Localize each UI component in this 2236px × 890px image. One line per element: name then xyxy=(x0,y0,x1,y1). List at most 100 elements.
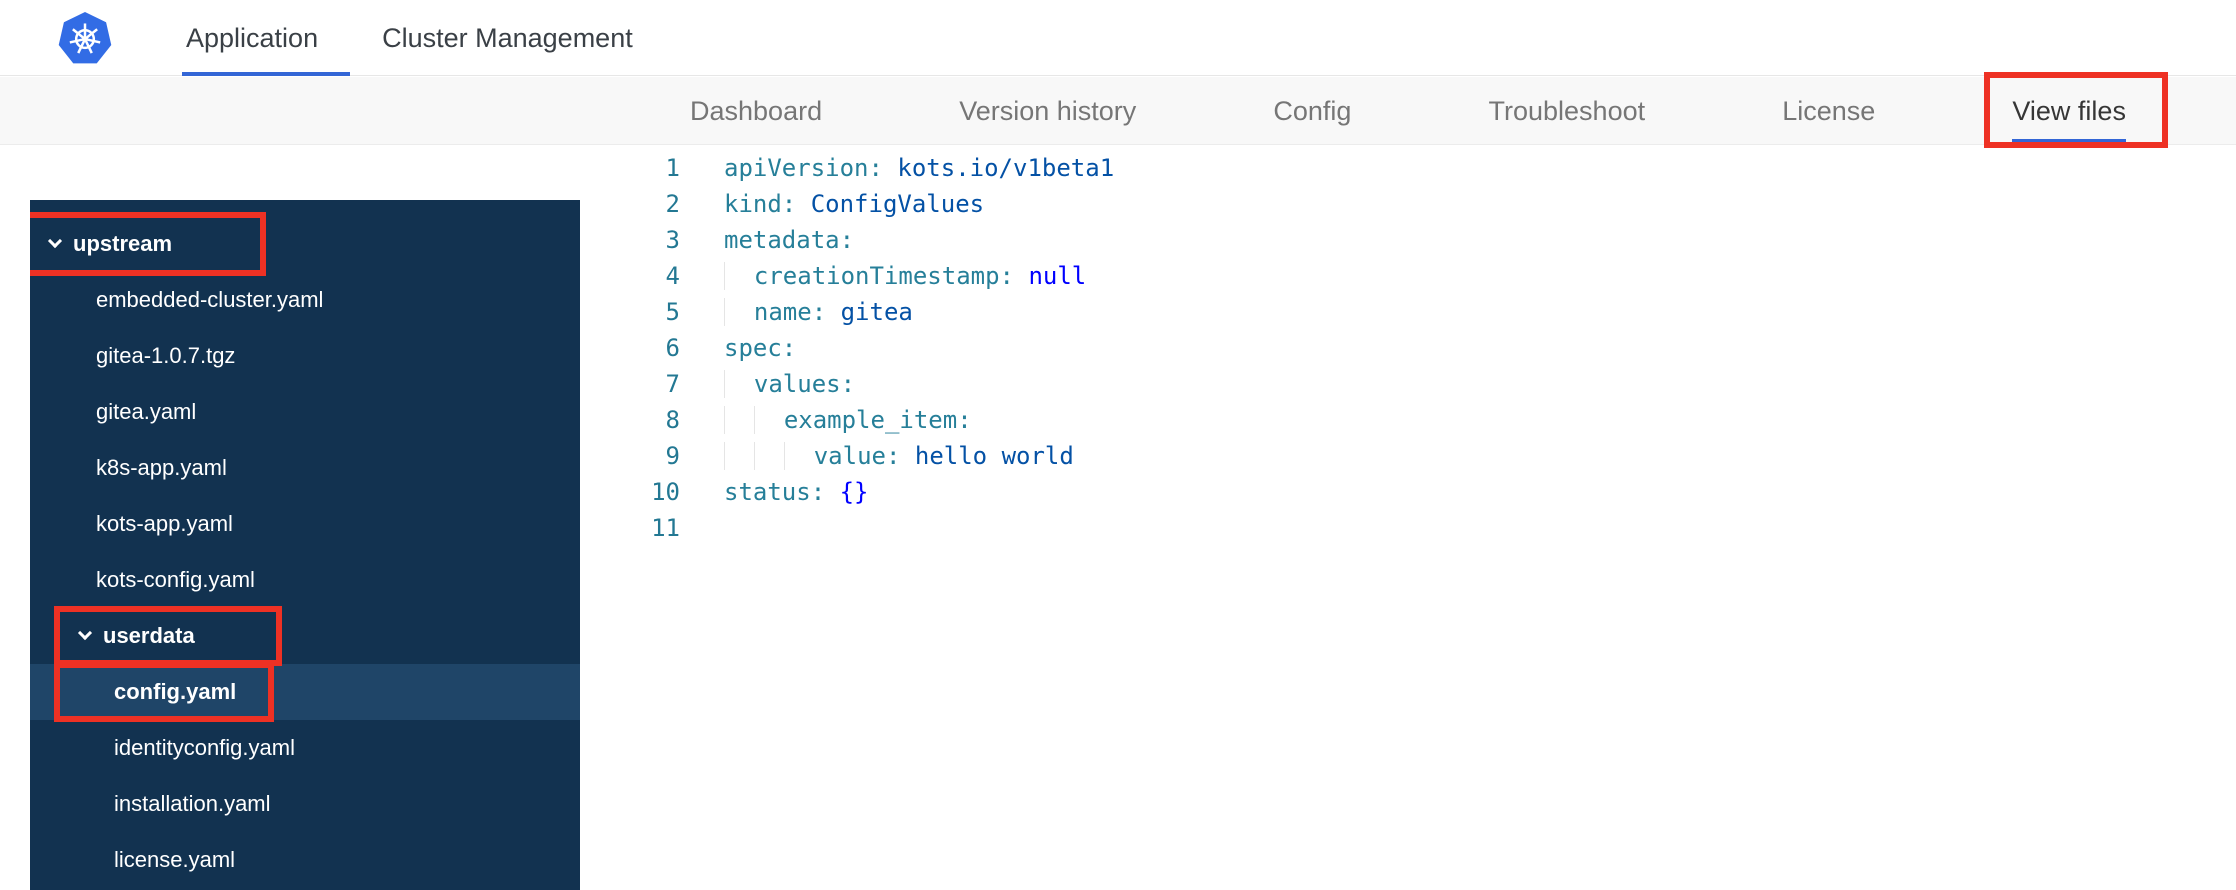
line-number: 9 xyxy=(665,442,680,470)
tree-item-label: embedded-cluster.yaml xyxy=(96,287,324,312)
code-token-ind xyxy=(724,262,754,290)
code-token-ind xyxy=(783,442,814,470)
code-token-key: apiVersion: xyxy=(724,154,883,182)
code-line: 7 values: xyxy=(610,366,2236,402)
code-line: 9 value: hello world xyxy=(610,438,2236,474)
code-line: 11 xyxy=(610,510,2236,546)
tree-folder-upstream[interactable]: upstream xyxy=(30,212,580,276)
tree-item-label: identityconfig.yaml xyxy=(114,735,295,760)
file-tree: upstream embedded-cluster.yaml gitea-1.0.7… xyxy=(30,212,580,888)
tree-file-gitea-1-0-7-tgz[interactable]: gitea-1.0.7.tgz xyxy=(30,328,580,384)
tree-item-label: kots-app.yaml xyxy=(96,511,233,536)
subnav-item-license[interactable]: License xyxy=(1782,77,1875,145)
line-number: 10 xyxy=(651,478,680,506)
code-text: name: gitea xyxy=(724,294,913,330)
code-token-ind xyxy=(724,370,754,398)
header-tabs: Application Cluster Management xyxy=(181,0,633,76)
code-line: 6 spec: xyxy=(610,330,2236,366)
tree-file-license-yaml[interactable]: license.yaml xyxy=(30,832,580,888)
code-token-key: status: xyxy=(724,478,826,506)
code-token-key: values: xyxy=(753,370,856,398)
app-subnav: Dashboard Version history Config Troublesho… xyxy=(0,72,2236,148)
code-text: metadata: xyxy=(724,222,854,258)
subnav-item-dashboard[interactable]: Dashboard xyxy=(690,77,822,145)
subnav-item-version-history[interactable]: Version history xyxy=(959,77,1136,145)
code-token-str: ConfigValues xyxy=(810,190,985,218)
code-token-key: kind: xyxy=(724,190,797,218)
line-number: 11 xyxy=(651,514,680,542)
tree-item-label: kots-config.yaml xyxy=(96,567,255,592)
code-token-key: example_item: xyxy=(783,406,972,434)
code-token-ind xyxy=(753,442,784,470)
kubernetes-logo-icon xyxy=(58,11,112,65)
tree-file-k8s-app-yaml[interactable]: k8s-app.yaml xyxy=(30,440,580,496)
subnav-item-troubleshoot[interactable]: Troubleshoot xyxy=(1489,77,1646,145)
tab-application[interactable]: Application xyxy=(181,0,351,76)
line-number: 3 xyxy=(665,226,680,254)
tree-file-config-yaml[interactable]: config.yaml xyxy=(30,662,580,722)
code-text: example_item: xyxy=(724,402,972,438)
top-bar: Application Cluster Management xyxy=(0,0,2236,76)
subnav-item-label: License xyxy=(1782,95,1876,126)
code-token-key: value: xyxy=(813,442,901,470)
line-number: 7 xyxy=(665,370,680,398)
tree-file-gitea-yaml[interactable]: gitea.yaml xyxy=(30,384,580,440)
subnav-item-label: Version history xyxy=(959,95,1137,126)
subnav-item-config[interactable]: Config xyxy=(1273,77,1351,145)
subnav-item-label: Dashboard xyxy=(690,95,823,126)
tree-item-label: gitea.yaml xyxy=(96,399,197,424)
tree-file-installation-yaml[interactable]: installation.yaml xyxy=(30,776,580,832)
yaml-file-viewer[interactable]: 1 apiVersion: kots.io/v1beta1 2 kind: Confi… xyxy=(610,146,2236,890)
tree-item-label: installation.yaml xyxy=(114,791,271,816)
chevron-down-icon[interactable] xyxy=(77,625,93,641)
line-number: 4 xyxy=(665,262,680,290)
subnav-item-label: View files xyxy=(2012,95,2126,126)
code-text: kind: ConfigValues xyxy=(724,186,984,222)
code-token-str: kots.io/v1beta1 xyxy=(897,154,1115,182)
code-line: 2 kind: ConfigValues xyxy=(610,186,2236,222)
tree-file-identityconfig-yaml[interactable]: identityconfig.yaml xyxy=(30,720,580,776)
line-number: 2 xyxy=(665,190,680,218)
code-line: 4 creationTimestamp: null xyxy=(610,258,2236,294)
code-token-ind xyxy=(724,406,754,434)
subnav-item-label: Troubleshoot xyxy=(1488,95,1646,126)
code-text: spec: xyxy=(724,330,796,366)
tree-item-label: userdata xyxy=(103,623,195,648)
code-line: 10 status: {} xyxy=(610,474,2236,510)
code-token-key: spec: xyxy=(724,334,797,362)
line-number: 8 xyxy=(665,406,680,434)
code-text: values: xyxy=(724,366,855,402)
tree-item-label: k8s-app.yaml xyxy=(96,455,227,480)
code-token-key: metadata: xyxy=(724,226,855,254)
code-token-ind xyxy=(724,442,754,470)
line-number: 1 xyxy=(665,154,680,182)
code-line: 1 apiVersion: kots.io/v1beta1 xyxy=(610,150,2236,186)
code-token-kw: {} xyxy=(839,478,869,506)
tree-file-kots-config-yaml[interactable]: kots-config.yaml xyxy=(30,552,580,608)
tab-cluster-management[interactable]: Cluster Management xyxy=(382,0,633,76)
tree-item-label: config.yaml xyxy=(114,679,237,704)
editor-lines: 1 apiVersion: kots.io/v1beta1 2 kind: Confi… xyxy=(610,150,2236,546)
tree-file-kots-app-yaml[interactable]: kots-app.yaml xyxy=(30,496,580,552)
file-tree-sidebar: upstream embedded-cluster.yaml gitea-1.0.7… xyxy=(30,200,580,890)
tree-item-label: license.yaml xyxy=(114,847,236,872)
code-line: 8 example_item: xyxy=(610,402,2236,438)
code-token-str: gitea xyxy=(840,298,913,326)
line-number: 5 xyxy=(665,298,680,326)
subnav-items: Dashboard Version history Config Troublesho… xyxy=(690,72,2168,148)
chevron-down-icon[interactable] xyxy=(47,233,63,249)
tree-item-label: gitea-1.0.7.tgz xyxy=(96,343,236,368)
subnav-item-view-files[interactable]: View files xyxy=(1984,72,2168,148)
code-token-key: creationTimestamp: xyxy=(753,262,1014,290)
code-token-ind xyxy=(724,298,754,326)
code-text: creationTimestamp: null xyxy=(724,258,1086,294)
code-line: 5 name: gitea xyxy=(610,294,2236,330)
tree-folder-userdata[interactable]: userdata xyxy=(30,606,580,666)
tree-file-embedded-cluster-yaml[interactable]: embedded-cluster.yaml xyxy=(30,272,580,328)
